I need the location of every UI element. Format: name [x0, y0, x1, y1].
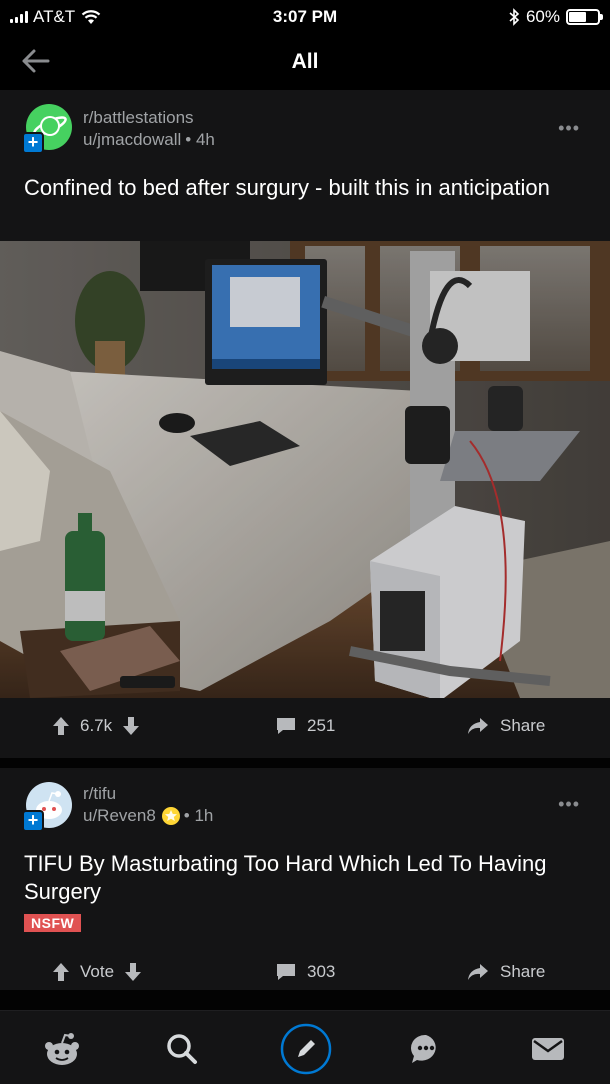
- status-bar: AT&T 3:07 PM 60%: [0, 0, 610, 34]
- post-card[interactable]: + r/battlestations u/jmacdowall • 4h •••…: [0, 90, 610, 758]
- subreddit-name[interactable]: r/tifu: [83, 784, 116, 804]
- home-icon[interactable]: [38, 1025, 86, 1073]
- post-age: • 1h: [183, 806, 214, 825]
- share-icon: [468, 964, 488, 980]
- more-options-icon[interactable]: •••: [558, 794, 580, 815]
- more-options-icon[interactable]: •••: [558, 118, 580, 139]
- award-star-icon: [161, 807, 180, 825]
- battery-percent: 60%: [525, 7, 560, 26]
- join-plus-icon[interactable]: +: [22, 810, 44, 832]
- post-author-line: u/Reven8 • 1h: [83, 806, 213, 826]
- share-label: Share: [500, 962, 546, 981]
- subreddit-avatar[interactable]: +: [22, 104, 72, 154]
- search-icon[interactable]: [158, 1025, 206, 1073]
- subreddit-avatar[interactable]: +: [22, 782, 72, 832]
- post-author[interactable]: u/jmacdowall: [83, 130, 181, 150]
- comments-button[interactable]: 251: [275, 716, 335, 736]
- comment-icon: [277, 964, 295, 980]
- join-plus-icon[interactable]: +: [22, 132, 44, 154]
- top-header: All: [0, 34, 610, 90]
- post-age: • 4h: [185, 130, 215, 149]
- share-label: Share: [500, 716, 546, 735]
- post-divider: [0, 990, 610, 1010]
- bluetooth-icon: [509, 8, 520, 26]
- share-icon: [468, 718, 488, 734]
- post-card[interactable]: + r/tifu u/Reven8 • 1h ••• TIFU By Mastu…: [0, 768, 610, 990]
- bed-setup-photo: [0, 241, 610, 698]
- share-button[interactable]: Share: [466, 962, 545, 982]
- battery-icon: [566, 9, 603, 25]
- post-divider: [0, 758, 610, 768]
- comment-count: 303: [307, 962, 336, 981]
- compose-icon[interactable]: [280, 1023, 332, 1075]
- chat-icon[interactable]: [402, 1025, 450, 1073]
- page-title: All: [291, 50, 319, 73]
- vote-controls: Vote: [52, 962, 142, 982]
- post-author[interactable]: u/Reven8: [83, 806, 156, 826]
- bottom-tab-bar: [0, 1010, 610, 1084]
- upvote-icon[interactable]: [52, 962, 70, 982]
- post-actions-bar: 6.7k 251 Share: [0, 698, 610, 756]
- comment-icon: [277, 718, 295, 734]
- comment-count: 251: [307, 716, 336, 735]
- vote-controls: 6.7k: [52, 716, 140, 736]
- upvote-icon[interactable]: [52, 716, 70, 736]
- share-button[interactable]: Share: [466, 716, 545, 736]
- vote-count: Vote: [80, 962, 115, 981]
- comments-button[interactable]: 303: [275, 962, 335, 982]
- post-author-line: u/jmacdowall • 4h: [83, 130, 215, 150]
- downvote-icon[interactable]: [124, 962, 142, 982]
- post-image[interactable]: [0, 241, 610, 698]
- post-title[interactable]: TIFU By Masturbating Too Hard Which Led …: [24, 850, 584, 906]
- downvote-icon[interactable]: [122, 716, 140, 736]
- vote-count: 6.7k: [80, 716, 113, 735]
- post-title[interactable]: Confined to bed after surgury - built th…: [24, 174, 584, 202]
- nsfw-badge: NSFW: [24, 914, 82, 932]
- subreddit-name[interactable]: r/battlestations: [83, 108, 194, 128]
- inbox-icon[interactable]: [524, 1025, 572, 1073]
